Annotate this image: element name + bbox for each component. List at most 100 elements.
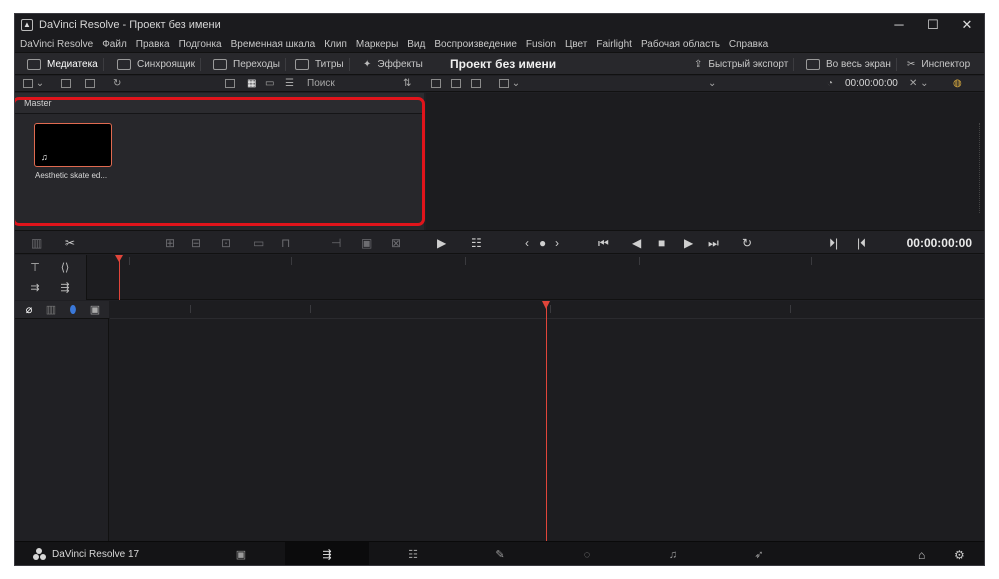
filmstrip-view-icon[interactable]: ▭ (265, 78, 274, 90)
media-pool-panel: Master ♫ Aesthetic skate ed... (15, 93, 425, 230)
menu-playback[interactable]: Воспроизведение (434, 39, 517, 50)
next-clip-icon[interactable]: ⏵| (829, 235, 838, 251)
audio-tool-icon[interactable]: ⇶ (55, 281, 75, 295)
media-pool-button[interactable]: Медиатека (27, 53, 104, 76)
sync-bin-button[interactable]: Синхроящик (117, 53, 202, 76)
media-toolbar: ⌄ ↻ ▦ ▭ ☰ Поиск ⇅ ⌄ ⌄ ◔ 00:00:00:00 ✕ ⌄ … (15, 76, 984, 92)
menu-trim[interactable]: Подгонка (179, 39, 222, 50)
play-reverse-icon[interactable]: ◀ (632, 235, 641, 251)
page-tab-fairlight[interactable]: ♫ (631, 542, 715, 565)
menu-workspace[interactable]: Рабочая область (641, 39, 720, 50)
titles-icon (295, 59, 309, 70)
append-icon[interactable]: ⊣ (331, 235, 341, 251)
menu-timeline[interactable]: Временная шкала (231, 39, 316, 50)
marker-icon[interactable]: ▣ (85, 303, 105, 317)
jog-right-icon[interactable]: › (555, 235, 559, 251)
magic-wand-icon: ✦ (363, 59, 372, 70)
timeline-playhead[interactable] (542, 301, 550, 541)
panel-toggle-icon[interactable]: ⌄ (23, 78, 44, 90)
menu-fairlight[interactable]: Fairlight (596, 39, 632, 50)
inspector-icon: ✂ (907, 59, 916, 70)
overview-playhead[interactable] (115, 255, 123, 300)
titles-button[interactable]: Титры (295, 53, 350, 76)
sync-bin-icon (117, 59, 131, 70)
search-field[interactable]: Поиск (307, 78, 335, 90)
transitions-button[interactable]: Переходы (213, 53, 286, 76)
timeline-panel: ⌀ ▥ ⬮ ▣ (15, 301, 984, 541)
jog-center-icon[interactable]: ● (539, 235, 546, 251)
home-icon[interactable]: ⌂ (918, 546, 925, 564)
menu-clip[interactable]: Клип (324, 39, 347, 50)
menu-bar: DaVinci Resolve Файл Правка Подгонка Вре… (15, 36, 984, 52)
effects-button[interactable]: ✦ Эффекты (363, 53, 423, 76)
audio-scroll-icon[interactable]: ▥ (41, 303, 61, 317)
viewer-panel (426, 93, 984, 230)
play-icon[interactable]: ▶ (684, 235, 693, 251)
timeline-tools: ⊤ ⟨⟩ ⇉ ⇶ (15, 255, 87, 300)
bin-icon[interactable] (61, 78, 71, 90)
inspector-button[interactable]: ✂ Инспектор (907, 53, 970, 76)
menu-view[interactable]: Вид (407, 39, 425, 50)
snap-tool-icon[interactable]: ⊤ (25, 261, 45, 275)
quick-export-button[interactable]: ⇪ Быстрый экспорт (694, 53, 795, 76)
fullscreen-button[interactable]: Во весь экран (806, 53, 897, 76)
viewer-scale (979, 123, 983, 213)
ripple-overwrite-icon[interactable]: ⊓ (281, 235, 290, 251)
thumbnail-view-icon[interactable]: ▦ (247, 78, 256, 90)
insert-clip-icon[interactable]: ⊞ (165, 235, 175, 251)
place-on-top-icon[interactable]: ▭ (253, 235, 264, 251)
source-view-icon[interactable]: ⌄ (499, 78, 520, 90)
replace-clip-icon[interactable]: ⊡ (221, 235, 231, 251)
close-up-icon[interactable]: ▣ (361, 235, 372, 251)
source-overwrite-icon[interactable]: ⊠ (391, 235, 401, 251)
menu-color[interactable]: Цвет (565, 39, 587, 50)
overwrite-clip-icon[interactable]: ⊟ (191, 235, 201, 251)
go-to-end-icon[interactable]: ⏭ (708, 235, 719, 251)
audio-meter-icon[interactable]: ◍ (953, 78, 962, 90)
app-icon: ▲ (21, 19, 33, 31)
metadata-view-icon[interactable] (225, 78, 235, 90)
maximize-button[interactable]: ☐ (916, 14, 950, 36)
menu-edit[interactable]: Правка (136, 39, 170, 50)
menu-fusion[interactable]: Fusion (526, 39, 556, 50)
menu-davinci[interactable]: DaVinci Resolve (20, 39, 93, 50)
timeline-options-icon[interactable]: ☷ (471, 235, 482, 251)
previous-clip-icon[interactable]: |⏴ (857, 235, 866, 251)
viewer-display-icon[interactable] (471, 78, 481, 90)
zoom-tool-icon[interactable]: ⟨⟩ (55, 261, 75, 275)
menu-help[interactable]: Справка (729, 39, 768, 50)
menu-file[interactable]: Файл (102, 39, 127, 50)
dropdown-chevron-icon[interactable]: ⌄ (708, 78, 716, 90)
page-tab-cut[interactable]: ⇶ (285, 542, 369, 565)
play-clip-icon[interactable]: ▶ (437, 235, 446, 251)
sort-icon[interactable]: ⇅ (403, 78, 411, 90)
viewer-layout-icon[interactable] (451, 78, 461, 90)
clock-icon: ◔ (827, 78, 834, 89)
settings-gear-icon[interactable]: ⚙ (954, 546, 965, 564)
transform-icon[interactable]: ✕ ⌄ (909, 78, 929, 90)
go-to-start-icon[interactable]: ⏮ (598, 235, 609, 251)
new-bin-icon[interactable] (85, 78, 95, 90)
loop-icon[interactable]: ↻ (742, 235, 752, 251)
stop-icon[interactable]: ■ (658, 235, 665, 251)
transitions-label: Переходы (233, 59, 280, 70)
page-tab-edit[interactable]: ☷ (371, 542, 455, 565)
minimize-button[interactable]: ─ (882, 14, 916, 36)
jog-left-icon[interactable]: ‹ (525, 235, 529, 251)
flag-icon[interactable]: ⬮ (63, 303, 83, 317)
page-tab-color[interactable]: ◌ (545, 542, 629, 565)
page-tab-fusion[interactable]: ✎ (458, 542, 542, 565)
clip-attributes-icon[interactable]: ▥ (31, 235, 42, 251)
deliver-page-icon: ➶ (754, 549, 764, 561)
list-view-icon[interactable]: ☰ (285, 78, 294, 90)
fairlight-page-icon: ♫ (668, 549, 678, 561)
page-tab-media[interactable]: ▣ (199, 542, 283, 565)
page-tab-deliver[interactable]: ➶ (717, 542, 801, 565)
refresh-icon[interactable]: ↻ (113, 78, 121, 90)
close-button[interactable]: ✕ (950, 14, 984, 36)
track-tool-icon[interactable]: ⇉ (25, 281, 45, 295)
viewer-mode-icon[interactable] (431, 78, 441, 90)
link-icon[interactable]: ⌀ (19, 303, 39, 317)
razor-icon[interactable]: ✂ (65, 235, 75, 251)
menu-markers[interactable]: Маркеры (356, 39, 398, 50)
